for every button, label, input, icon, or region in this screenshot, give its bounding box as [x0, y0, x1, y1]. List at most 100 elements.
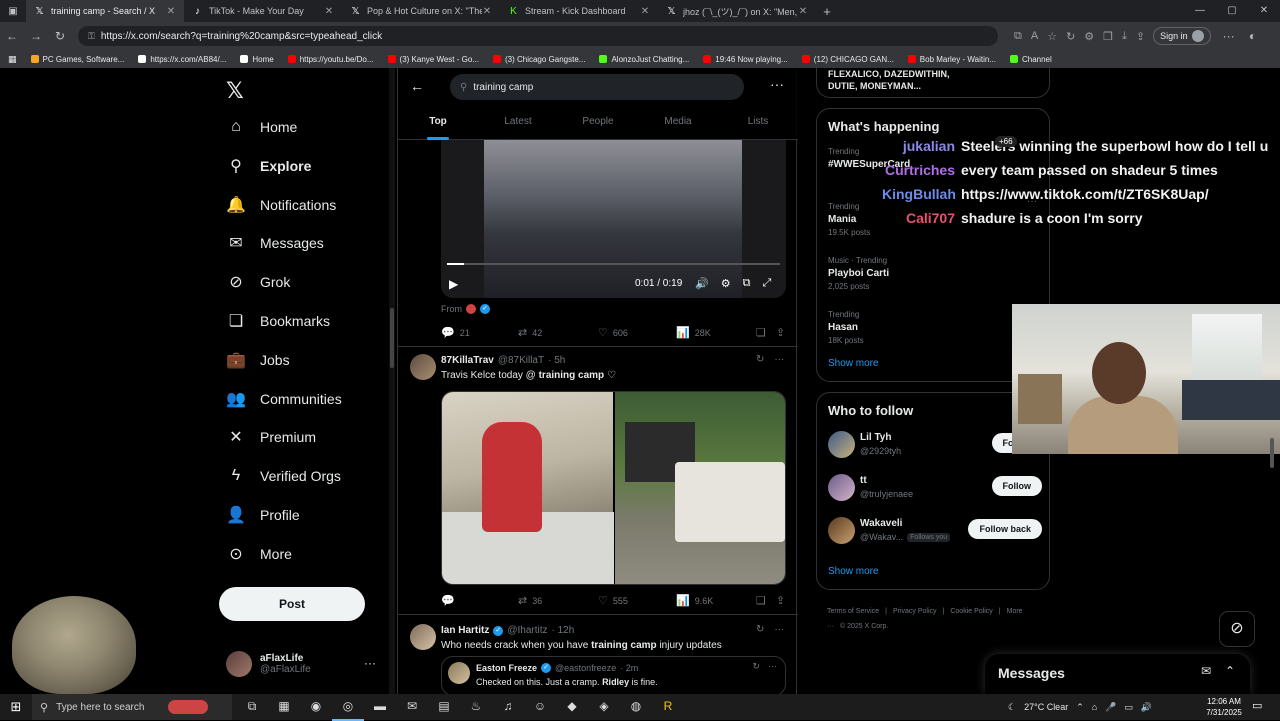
close-window-icon[interactable]: ✕ [1248, 0, 1280, 22]
quoted-tweet[interactable]: Easton Freeze ✓ @eastonfreeze · 2m ↻ ···… [441, 656, 786, 694]
views-button[interactable]: 📊 9.6K [676, 594, 756, 607]
nav-item-notifications[interactable]: 🔔 Notifications [226, 191, 336, 219]
browser-tab[interactable]: 𝕏jhoz (¯\_(ツ)_/¯) on X: "Men, I challen✕ [658, 0, 816, 22]
site-info-icon[interactable]: ⚿ [88, 31, 95, 42]
bookmark-item[interactable]: Home [240, 55, 274, 64]
photo-1[interactable] [442, 392, 614, 584]
steam-icon[interactable]: ♨ [460, 693, 492, 721]
nav-item-premium[interactable]: ✕ Premium [226, 423, 316, 451]
taskbar-search-input[interactable]: ⚲ Type here to search [32, 694, 232, 720]
read-aloud-icon[interactable]: A [1031, 30, 1038, 43]
nav-item-verified-orgs[interactable]: ϟ Verified Orgs [226, 462, 341, 490]
new-message-icon[interactable]: ✉ [1201, 664, 1211, 678]
browser-tab[interactable]: ♪ TikTok - Make Your Day ✕ [184, 0, 342, 22]
share-button[interactable]: ⇪ [776, 326, 785, 339]
spotify-icon[interactable]: ♫ [492, 693, 524, 721]
back-icon[interactable]: ← [0, 29, 24, 43]
share-icon[interactable]: ⇪ [1136, 30, 1145, 43]
mic-icon[interactable]: 🎤 [1105, 702, 1116, 713]
install-app-icon[interactable]: ⧉ [1014, 30, 1022, 43]
feed-scrollbar[interactable] [389, 68, 395, 694]
apps-grid-icon[interactable]: ▦ [8, 54, 17, 65]
video-progress-bar[interactable] [447, 263, 780, 265]
tab-close-icon[interactable]: ✕ [798, 6, 808, 17]
views-button[interactable]: 📊 28K [676, 326, 756, 339]
bookmark-button[interactable]: ❏ [756, 326, 766, 339]
fullscreen-icon[interactable]: ⤢ [762, 277, 771, 290]
author-name[interactable]: 87KillaTrav [441, 355, 494, 366]
edge-icon[interactable]: ◎ [332, 693, 364, 721]
author-name[interactable]: Ian Hartitz [441, 625, 489, 636]
battery-icon[interactable]: ▭ [1124, 702, 1133, 713]
nav-item-explore[interactable]: ⚲ Explore [226, 152, 311, 180]
tab-close-icon[interactable]: ✕ [640, 6, 650, 17]
avatar[interactable] [828, 517, 855, 544]
chrome-icon[interactable]: ◉ [300, 693, 332, 721]
bookmark-item[interactable]: Bob Marley - Waitin... [907, 55, 996, 64]
follow-suggestion[interactable]: tt @trulyjenaee Follow [828, 472, 1042, 504]
forward-icon[interactable]: → [24, 29, 48, 43]
reply-button[interactable]: 💬 21 [441, 326, 518, 339]
streaming-app-icon[interactable]: R [652, 693, 684, 721]
tab-actions-icon[interactable]: ▣ [0, 6, 26, 17]
tweet-video[interactable]: ▶ 0:01 / 0:19 🔊 ⚙ ⧉ ⤢ [441, 140, 786, 298]
author-handle[interactable]: @Ihartitz [507, 625, 547, 636]
bookmark-item[interactable]: Channel [1009, 55, 1052, 64]
bookmark-button[interactable]: ❏ [756, 594, 766, 607]
copilot-icon[interactable]: ◐ [1241, 29, 1265, 43]
tab-close-icon[interactable]: ✕ [482, 6, 492, 17]
avatar[interactable] [828, 431, 855, 458]
share-button[interactable]: ⇪ [776, 594, 785, 607]
like-button[interactable]: ♡ 555 [598, 594, 676, 607]
search-input[interactable]: ⚲ training camp [450, 74, 744, 100]
repost-button[interactable]: ⇄ 36 [518, 594, 598, 607]
windows-start-icon[interactable]: ⊞ [0, 699, 32, 715]
footer-link[interactable]: Cookie Policy [950, 608, 992, 615]
avatar[interactable] [828, 474, 855, 501]
nav-item-messages[interactable]: ✉ Messages [226, 229, 324, 257]
nav-item-profile[interactable]: 👤 Profile [226, 501, 300, 529]
menu-dots-icon[interactable]: ··· [1217, 29, 1241, 43]
collections-icon[interactable]: ❐ [1103, 30, 1113, 43]
taskbar-clock[interactable]: 12:06 AM 7/31/2025 [1200, 696, 1248, 718]
calculator-icon[interactable]: ▤ [428, 693, 460, 721]
tweet-time[interactable]: · 12h [552, 625, 575, 636]
author-handle[interactable]: @87KillaT [498, 355, 544, 366]
browser-tab[interactable]: 𝕏 Pop & Hot Culture on X: "The be✕ [342, 0, 500, 22]
expand-chevron-icon[interactable]: ⌃ [1225, 664, 1235, 678]
tab-media[interactable]: Media [638, 110, 718, 140]
sign-in-button[interactable]: Sign in [1153, 27, 1211, 45]
pip-icon[interactable]: ⧉ [743, 277, 751, 290]
tab-lists[interactable]: Lists [718, 110, 798, 140]
favorite-star-icon[interactable]: ☆ [1047, 30, 1057, 43]
store-icon[interactable]: ▦ [268, 693, 300, 721]
grok-floating-button[interactable]: ⊘ [1219, 611, 1255, 647]
nav-item-more[interactable]: ⊙ More [226, 540, 292, 568]
follow-button[interactable]: Follow back [968, 519, 1042, 539]
bookmark-item[interactable]: https://x.com/AB84/... [138, 55, 226, 64]
tray-chevron-icon[interactable]: ⌃ [1076, 702, 1084, 713]
tab-close-icon[interactable]: ✕ [324, 6, 334, 17]
weather-icon[interactable]: ☾ [1008, 702, 1016, 713]
grok-explain-icon[interactable]: ↻ [752, 661, 760, 672]
follow-suggestion[interactable]: Lil Tyh@2929tyhFollow [828, 429, 1042, 461]
app-icon[interactable]: ◆ [556, 693, 588, 721]
trend-item[interactable]: Music · Trending Playboi Carti 2,025 posts [828, 256, 889, 291]
follow-suggestion[interactable]: Wakaveli @Wakav... Follows you Follow back [828, 515, 1042, 547]
volume-icon[interactable]: 🔊 [695, 277, 709, 290]
nav-item-bookmarks[interactable]: ❏ Bookmarks [226, 307, 330, 335]
page-scrollbar[interactable] [1268, 68, 1276, 694]
tweet-photos[interactable] [441, 391, 786, 585]
bookmark-item[interactable]: AlonzoJust Chatting... [599, 55, 689, 64]
source-avatar-icon[interactable] [466, 304, 476, 314]
new-tab-button[interactable]: + [816, 4, 838, 19]
footer-link[interactable]: © 2025 X Corp. [840, 623, 888, 630]
follow-button[interactable]: Follow [991, 476, 1042, 496]
nav-item-communities[interactable]: 👥 Communities [226, 385, 342, 413]
tab-latest[interactable]: Latest [478, 110, 558, 140]
bookmark-item[interactable]: PC Games, Software... [30, 55, 124, 64]
avatar[interactable] [410, 354, 436, 380]
trend-item[interactable]: Trending Mania 19.5K posts [828, 202, 870, 237]
file-explorer-icon[interactable]: ▬ [364, 693, 396, 721]
task-view-icon[interactable]: ⧉ [236, 693, 268, 721]
